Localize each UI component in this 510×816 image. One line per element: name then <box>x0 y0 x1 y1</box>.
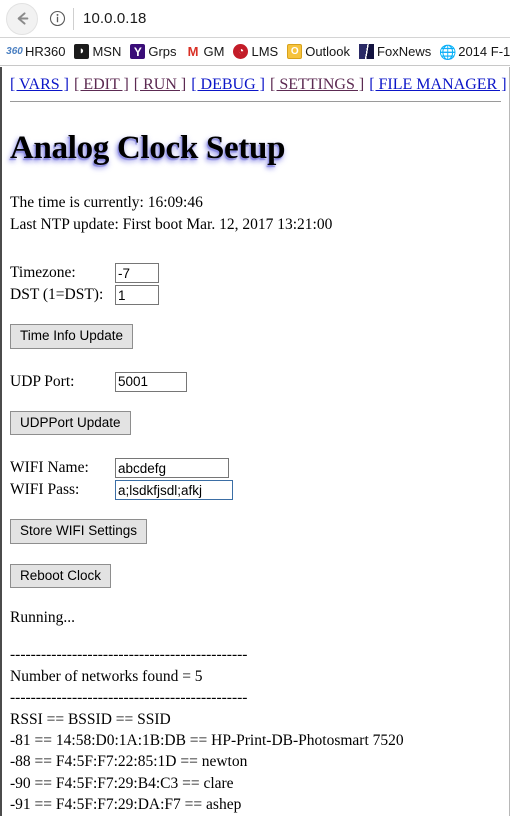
outlook-icon: O <box>287 44 303 59</box>
bookmark-foxnews[interactable]: FoxNews <box>359 44 431 59</box>
dst-input[interactable] <box>115 285 159 305</box>
info-circle-icon[interactable] <box>44 6 70 32</box>
bookmark-label: LMS <box>251 44 279 59</box>
store-wifi-settings-button[interactable]: Store WIFI Settings <box>10 519 148 544</box>
browser-toolbar: 10.0.0.18 <box>0 0 510 38</box>
bookmark-label: Outlook <box>305 44 351 59</box>
wifi-pass-input[interactable] <box>115 480 233 501</box>
divider-line-bottom: ----------------------------------------… <box>10 689 248 707</box>
globe-icon: 🌐 <box>439 43 457 60</box>
nav-divider <box>10 101 501 102</box>
bookmark-label: FoxNews <box>377 44 432 59</box>
bookmark-label: GM <box>203 44 225 59</box>
network-row: -90 == F4:5F:F7:29:B4:C3 == clare <box>10 774 234 792</box>
dst-row: DST (1=DST): <box>10 284 501 306</box>
timezone-row: Timezone: <box>10 262 501 284</box>
wifi-pass-label: WIFI Pass: <box>10 481 80 499</box>
udp-port-input[interactable] <box>115 371 187 392</box>
udp-port-row: UDP Port: <box>10 371 501 393</box>
back-arrow-icon[interactable] <box>6 2 38 35</box>
time-info-update-button[interactable]: Time Info Update <box>10 324 134 349</box>
wifi-name-row: WIFI Name: <box>10 457 501 479</box>
reboot-clock-button[interactable]: Reboot Clock <box>10 563 112 589</box>
timezone-input[interactable] <box>115 263 159 283</box>
bookmark-lms[interactable]: ◔ LMS <box>233 44 278 59</box>
divider-line-top: ----------------------------------------… <box>10 646 248 664</box>
scan-table-header: RSSI == BSSID == SSID <box>10 710 171 728</box>
wifi-pass-row: WIFI Pass: <box>10 479 501 501</box>
browser-window: 10.0.0.18 360 HR360 ◗ MSN Y Grps M GM ◔ … <box>0 0 510 816</box>
bookmark-label: MSN <box>92 44 122 59</box>
msn-icon: ◗ <box>74 44 90 59</box>
bookmark-gm[interactable]: M GM <box>186 44 225 59</box>
network-row: -88 == F4:5F:F7:22:85:1D == newton <box>10 753 248 771</box>
site-nav: [ VARS ] [ EDIT ] [ RUN ] [ DEBUG ] [ SE… <box>10 75 507 95</box>
bookmark-grps[interactable]: Y Grps <box>130 44 177 59</box>
timezone-label: Timezone: <box>10 264 76 282</box>
nav-link-settings[interactable]: [ SETTINGS ] <box>270 76 364 93</box>
hr360-icon: 360 <box>6 45 23 57</box>
lms-icon: ◔ <box>233 44 249 59</box>
running-status: Running... <box>10 609 76 627</box>
bookmark-2014-f150[interactable]: 🌐 2014 F-150 <box>439 43 510 60</box>
wifi-name-label: WIFI Name: <box>10 459 89 477</box>
udp-port-label: UDP Port: <box>10 372 75 390</box>
gmail-icon: M <box>187 44 199 59</box>
bookmark-outlook[interactable]: O Outlook <box>287 44 350 59</box>
foxnews-icon <box>359 44 375 59</box>
bookmark-msn[interactable]: ◗ MSN <box>74 44 121 59</box>
wifi-name-input[interactable] <box>115 458 229 479</box>
analog-clock-setup-page: [ VARS ] [ EDIT ] [ RUN ] [ DEBUG ] [ SE… <box>2 67 509 816</box>
url-input[interactable]: 10.0.0.18 <box>83 10 146 27</box>
bookmarks-bar: 360 HR360 ◗ MSN Y Grps M GM ◔ LMS O Outl… <box>0 38 510 66</box>
nav-link-debug[interactable]: [ DEBUG ] <box>191 76 265 93</box>
current-time-line: The time is currently: 16:09:46 <box>10 194 203 212</box>
bookmark-label: Grps <box>148 44 177 59</box>
network-row: -91 == F4:5F:F7:29:DA:F7 == ashep <box>10 796 242 814</box>
url-separator <box>73 7 74 30</box>
nav-link-file-manager[interactable]: [ FILE MANAGER ] <box>369 76 506 93</box>
page-viewport: [ VARS ] [ EDIT ] [ RUN ] [ DEBUG ] [ SE… <box>0 67 510 816</box>
bookmark-label: HR360 <box>25 44 66 59</box>
network-row: -81 == 14:58:D0:1A:1B:DB == HP-Print-DB-… <box>10 731 404 749</box>
networks-found-line: Number of networks found = 5 <box>10 667 203 685</box>
yahoo-icon: Y <box>130 44 146 59</box>
nav-link-vars[interactable]: [ VARS ] <box>10 76 69 93</box>
nav-link-edit[interactable]: [ EDIT ] <box>74 76 129 93</box>
bookmark-label: 2014 F-150 <box>458 44 510 59</box>
dst-label: DST (1=DST): <box>10 286 104 304</box>
udp-port-update-button[interactable]: UDPPort Update <box>10 410 131 436</box>
bookmark-hr360[interactable]: 360 HR360 <box>6 44 66 59</box>
nav-link-run[interactable]: [ RUN ] <box>134 76 186 93</box>
last-ntp-update-line: Last NTP update: First boot Mar. 12, 201… <box>10 215 333 233</box>
page-title: Analog Clock Setup <box>10 130 286 166</box>
